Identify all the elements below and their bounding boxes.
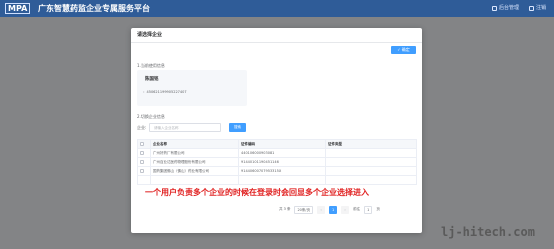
dialog-title: 请选择企业 xyxy=(137,32,163,38)
row-checkbox[interactable] xyxy=(140,150,144,155)
license-type-cell xyxy=(325,166,417,176)
total-count: 共 3 条 xyxy=(279,207,291,211)
confirm-button[interactable]: ✓ 确定 xyxy=(391,46,416,54)
license-code-cell: 91440101190451146 xyxy=(238,157,326,167)
company-search-input[interactable] xyxy=(149,123,221,132)
dialog-header: 请选择企业 xyxy=(131,28,422,43)
power-icon xyxy=(528,5,534,11)
company-name-cell: 广州百业达医药物理股份有限公司 xyxy=(150,157,239,167)
table-row[interactable]: 广州好药厂有限公司 440106000903081 xyxy=(137,148,417,158)
license-code-cell: 91440600707953315X xyxy=(238,166,326,176)
current-company-code: ：450621199905227407 xyxy=(143,90,187,94)
next-page-button[interactable]: › xyxy=(341,205,350,214)
table-row[interactable]: 国药集团佛山（佛山）药业有限公司 91440600707953315X xyxy=(137,166,417,176)
company-name-cell: 国药集团佛山（佛山）药业有限公司 xyxy=(150,166,239,176)
table-row xyxy=(137,175,417,185)
table-row[interactable]: 广州百业达医药物理股份有限公司 91440101190451146 xyxy=(137,157,417,167)
prev-page-button[interactable]: ‹ xyxy=(317,205,326,214)
column-company-name: 企业名称 xyxy=(150,139,239,149)
select-all-column[interactable] xyxy=(137,139,151,149)
current-company-name: 陈国铭 xyxy=(145,77,159,82)
row-checkbox[interactable] xyxy=(140,168,144,173)
license-code-cell: 440106000903081 xyxy=(238,148,326,158)
search-button[interactable]: 搜索 xyxy=(229,123,246,132)
row-select-cell[interactable] xyxy=(137,157,151,167)
select-company-dialog: 请选择企业 ✓ 确定 1.当前使用信息 陈国铭 ：450621199905227… xyxy=(131,28,422,233)
switch-company-label: 2.切换企业信息 xyxy=(137,114,165,119)
goto-label: 前往 xyxy=(353,207,361,211)
current-company-card: 陈国铭 ：450621199905227407 xyxy=(137,70,247,106)
license-type-cell xyxy=(325,148,417,158)
table-header-row: 企业名称 证件编码 证件类型 xyxy=(137,139,417,149)
page-number-current[interactable]: 1 xyxy=(329,205,338,214)
goto-page-input[interactable]: 1 xyxy=(364,205,373,214)
company-table: 企业名称 证件编码 证件类型 广州好药厂有限公司 440106000903081… xyxy=(137,139,417,185)
app-title: 广东智慧药监企业专属服务平台 xyxy=(38,4,150,13)
row-checkbox[interactable] xyxy=(140,159,144,164)
annotation-text: 一个用户负责多个企业的时候在登录时会回显多个企业选择进入 xyxy=(145,188,369,197)
column-license-code: 证件编码 xyxy=(238,139,326,149)
monitor-icon xyxy=(491,5,497,11)
row-select-cell[interactable] xyxy=(137,166,151,176)
current-info-label: 1.当前使用信息 xyxy=(137,63,165,68)
company-name-cell: 广州好药厂有限公司 xyxy=(150,148,239,158)
watermark-text: lj-hitech.com xyxy=(441,225,535,239)
logout-link[interactable]: 注销 xyxy=(528,4,546,12)
app-logo: MPA xyxy=(5,3,31,14)
search-label: 企业: xyxy=(137,125,147,130)
column-license-type: 证件类型 xyxy=(325,139,417,149)
header-actions: 后台管理 注销 xyxy=(491,4,546,12)
license-type-cell xyxy=(325,157,417,167)
page-size-select[interactable]: 20条/页 xyxy=(294,205,314,214)
top-header-bar: MPA 广东智慧药监企业专属服务平台 后台管理 注销 xyxy=(0,0,554,17)
pagination: 共 3 条 20条/页 ‹ 1 › 前往 1 页 xyxy=(279,205,380,214)
select-all-checkbox[interactable] xyxy=(140,141,144,146)
page-suffix: 页 xyxy=(376,207,380,211)
row-select-cell[interactable] xyxy=(137,148,151,158)
admin-link[interactable]: 后台管理 xyxy=(491,4,519,12)
